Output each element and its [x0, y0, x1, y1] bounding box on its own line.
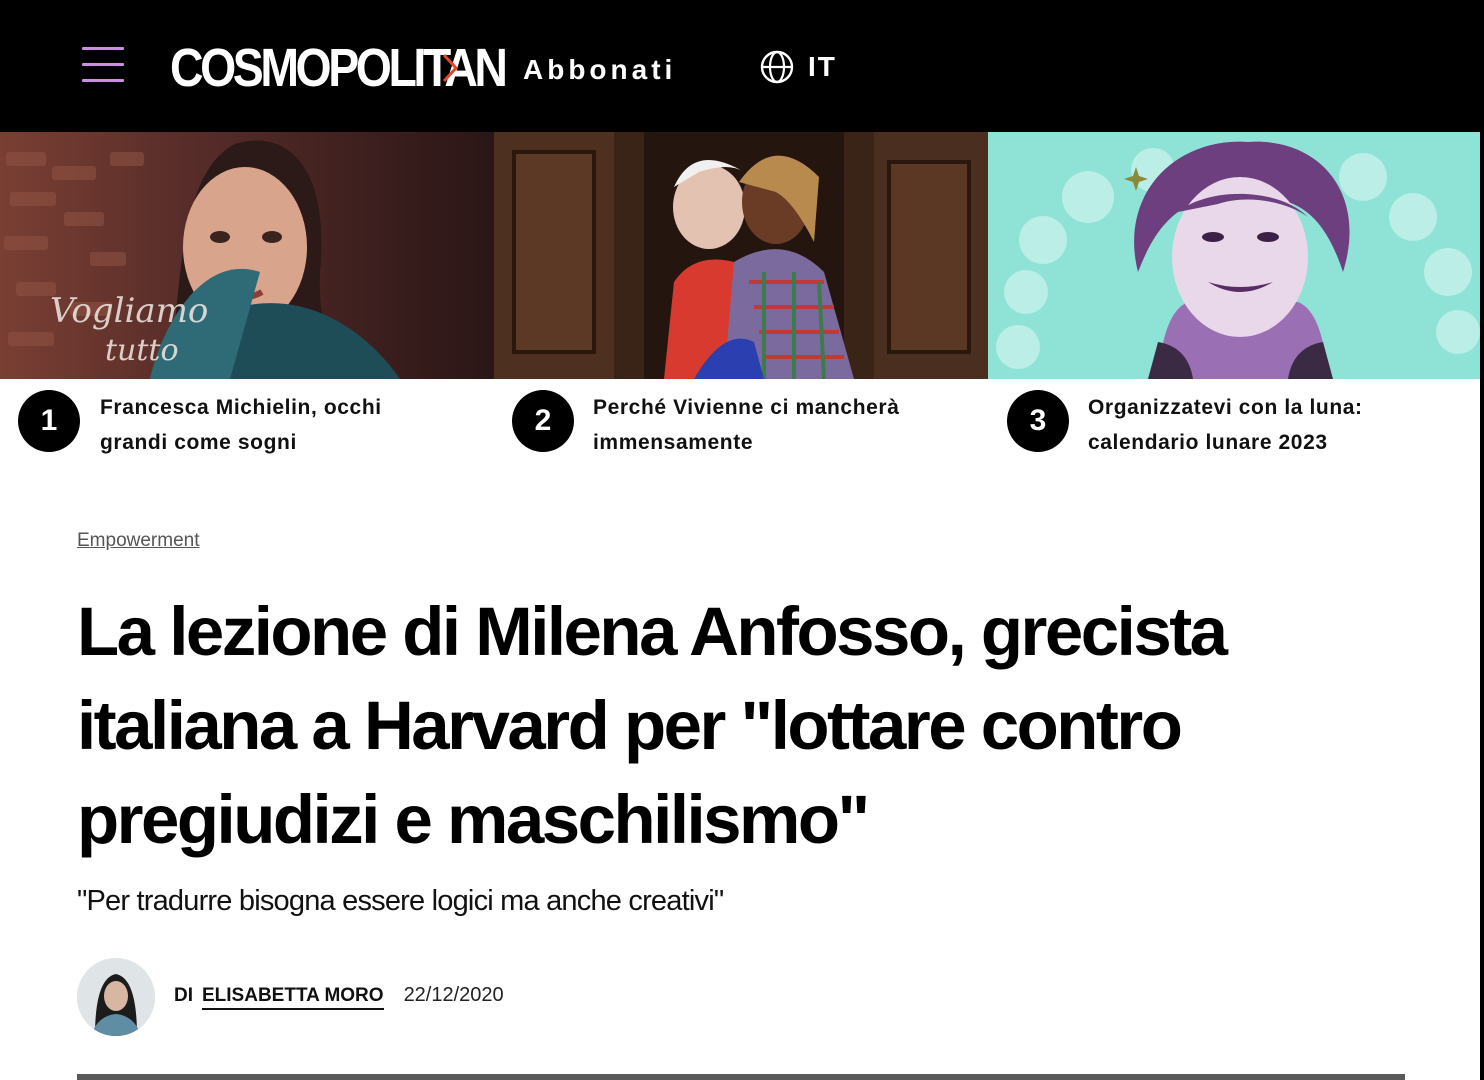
- menu-icon[interactable]: [82, 47, 124, 83]
- article-dek: "Per tradurre bisogna essere logici ma a…: [77, 885, 724, 917]
- language-selector[interactable]: IT: [760, 49, 837, 85]
- trending-item-1[interactable]: Vogliamo tutto 1 Francesca Michielin, oc…: [0, 132, 494, 472]
- site-logo[interactable]: COSMOPOLITAN: [170, 38, 559, 98]
- globe-icon: [760, 50, 794, 84]
- trending-title-1: Francesca Michielin, occhi grandi come s…: [100, 396, 382, 454]
- author-link[interactable]: ELISABETTA MORO: [202, 985, 384, 1010]
- logo-arrow-icon: [442, 53, 459, 83]
- window-edge: [1480, 0, 1484, 1080]
- top-navigation-bar: COSMOPOLITAN Abbonati IT: [0, 0, 1484, 132]
- trending-image-2: [494, 132, 988, 379]
- trending-number-1: 1: [18, 390, 80, 452]
- trending-title-2: Perché Vivienne ci mancherà immensamente: [593, 396, 900, 454]
- category-link[interactable]: Empowerment: [77, 530, 200, 552]
- trending-number-2: 2: [512, 390, 574, 452]
- byline-prefix: DI: [174, 985, 193, 1006]
- content-divider: [77, 1074, 1405, 1080]
- svg-text:tutto: tutto: [105, 333, 179, 368]
- subscribe-link[interactable]: Abbonati: [523, 53, 676, 87]
- trending-image-3: [988, 132, 1482, 379]
- trending-title-3: Organizzatevi con la luna: calendario lu…: [1088, 396, 1363, 454]
- trending-image-caption: Vogliamo: [50, 291, 208, 331]
- byline: DI ELISABETTA MORO 22/12/2020: [174, 984, 504, 1010]
- trending-number-3: 3: [1007, 390, 1069, 452]
- trending-image-1: Vogliamo tutto: [0, 132, 494, 379]
- language-label: IT: [808, 51, 837, 82]
- publish-date: 22/12/2020: [403, 984, 504, 1006]
- article-headline: La lezione di Milena Anfosso, grecista i…: [77, 593, 1228, 858]
- trending-item-2[interactable]: 2 Perché Vivienne ci mancherà immensamen…: [494, 132, 988, 472]
- author-avatar[interactable]: [77, 958, 155, 1036]
- trending-item-3[interactable]: 3 Organizzatevi con la luna: calendario …: [988, 132, 1482, 472]
